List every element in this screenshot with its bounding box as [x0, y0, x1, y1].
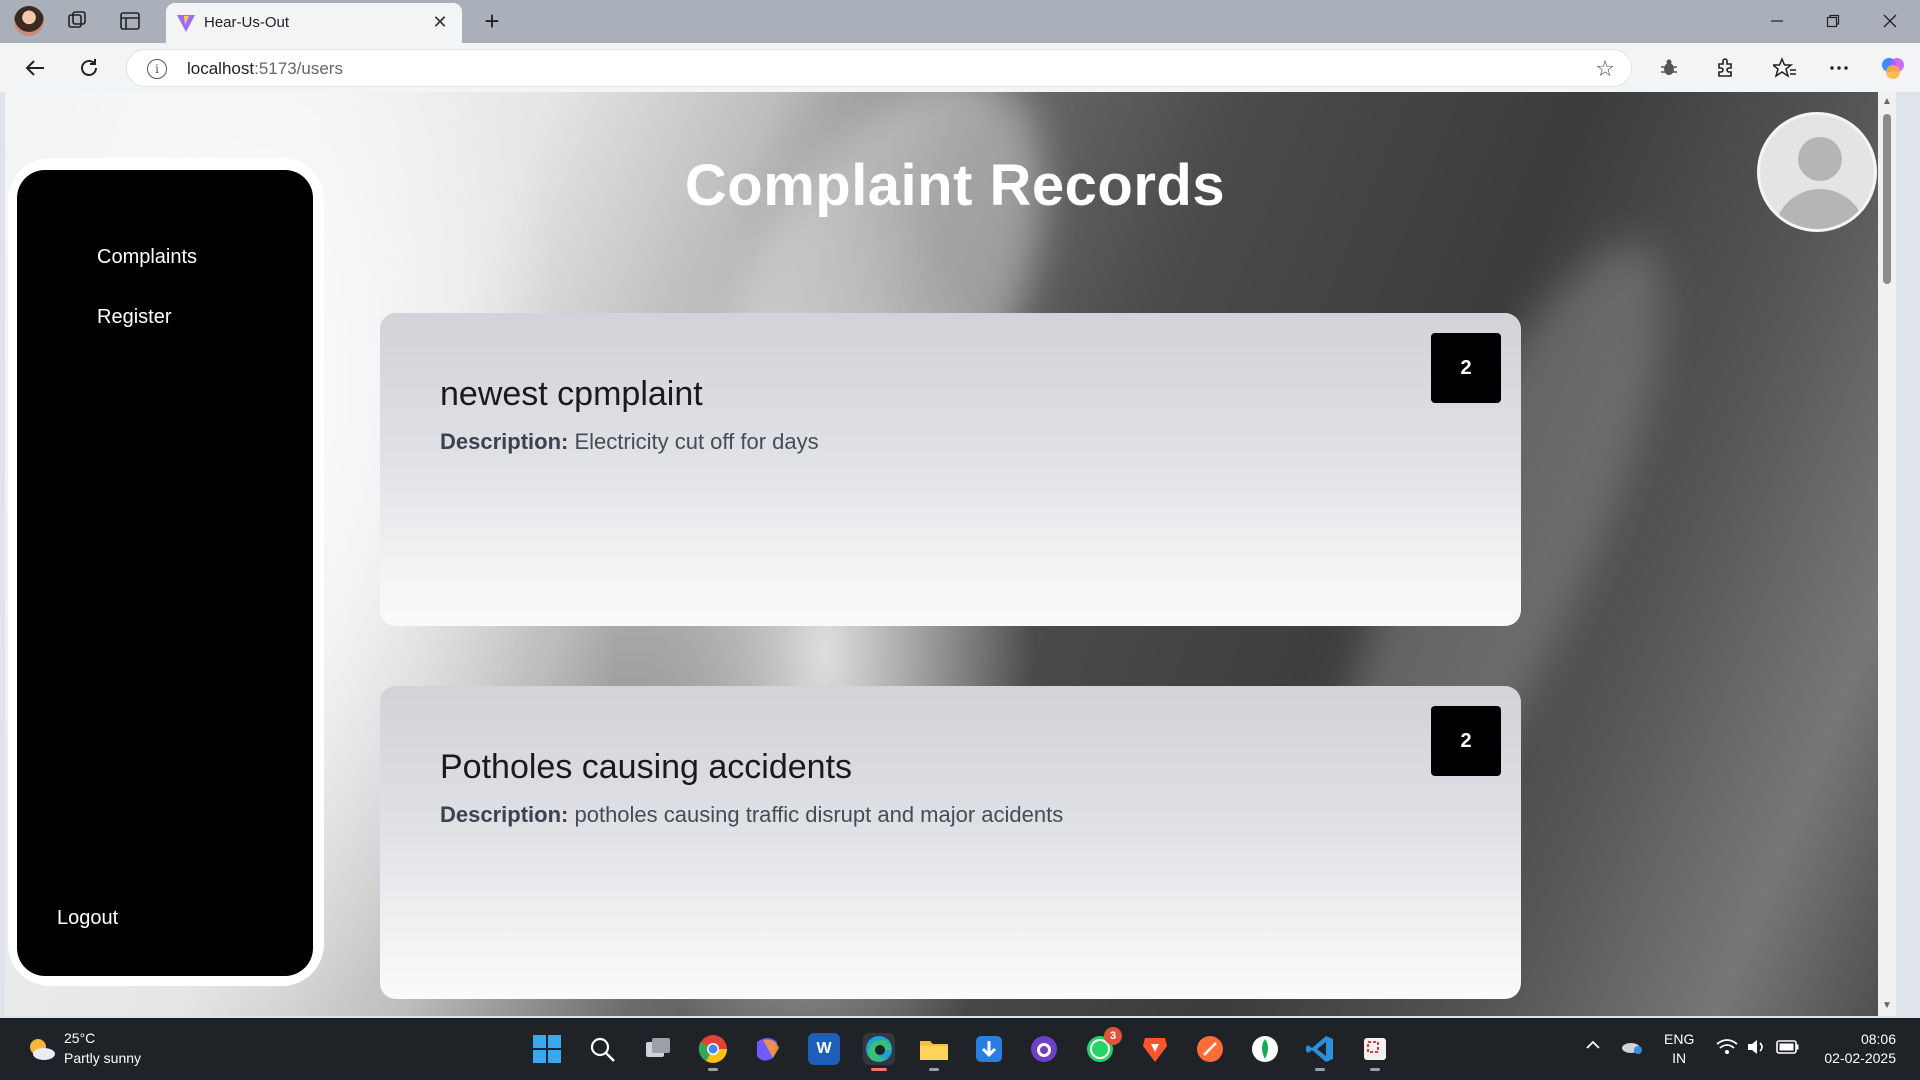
sidebar-item-complaints[interactable]: Complaints — [97, 246, 197, 269]
complaint-card[interactable]: newest cpmplaint Description: Electricit… — [380, 313, 1521, 626]
logout-button[interactable]: Logout — [57, 907, 118, 930]
mongodb-icon[interactable] — [1249, 1033, 1281, 1065]
browser-tab[interactable]: Hear-Us-Out ✕ — [166, 3, 462, 43]
active-indicator — [871, 1068, 887, 1071]
word-icon[interactable]: W — [808, 1033, 840, 1065]
more-options-icon[interactable] — [1824, 53, 1854, 83]
close-window-icon[interactable] — [1862, 6, 1918, 36]
user-avatar[interactable] — [1757, 112, 1877, 232]
complaint-card[interactable]: Potholes causing accidents Description: … — [380, 686, 1521, 999]
copilot-app-icon[interactable] — [752, 1033, 784, 1065]
start-icon[interactable] — [531, 1033, 563, 1065]
language-primary: ENG — [1664, 1031, 1695, 1047]
whatsapp-notification-badge: 3 — [1104, 1027, 1122, 1045]
vscode-icon[interactable] — [1304, 1033, 1336, 1071]
language-secondary: IN — [1672, 1050, 1687, 1066]
scroll-down-arrow-icon[interactable]: ▼ — [1881, 1000, 1893, 1012]
complaint-count-badge[interactable]: 2 — [1431, 706, 1501, 776]
volume-icon[interactable] — [1746, 1038, 1768, 1059]
chrome-icon[interactable] — [697, 1033, 729, 1071]
favorites-icon[interactable] — [1770, 53, 1800, 83]
brave-icon[interactable] — [1139, 1033, 1171, 1065]
scroll-thumb[interactable] — [1883, 114, 1891, 284]
close-tab-icon[interactable]: ✕ — [428, 10, 452, 34]
page-scrollbar[interactable]: ▲ ▼ — [1878, 92, 1896, 1016]
postman-icon[interactable] — [1194, 1033, 1226, 1065]
file-explorer-icon[interactable] — [918, 1033, 950, 1071]
weather-description[interactable]: Partly sunny — [64, 1050, 141, 1066]
extensions-icon[interactable] — [1710, 53, 1740, 83]
page-title: Complaint Records — [684, 153, 1226, 218]
avatar-body-shape — [1774, 189, 1866, 229]
scroll-up-arrow-icon[interactable]: ▲ — [1881, 96, 1893, 108]
clock-time: 08:06 — [1860, 1031, 1896, 1047]
clock-date: 02-02-2025 — [1824, 1050, 1896, 1066]
running-indicator — [1370, 1068, 1380, 1071]
language-indicator[interactable]: ENG IN — [1664, 1030, 1694, 1068]
back-icon[interactable] — [20, 53, 50, 83]
sidebar-item-register[interactable]: Register — [97, 306, 171, 329]
browser-tab-bar: Hear-Us-Out ✕ + — [0, 0, 1920, 43]
search-icon[interactable] — [586, 1033, 618, 1065]
new-tab-button[interactable]: + — [478, 6, 506, 36]
onedrive-icon[interactable] — [1620, 1036, 1644, 1059]
snipping-tool-icon[interactable] — [1359, 1033, 1391, 1071]
partly-sunny-icon[interactable] — [26, 1036, 56, 1062]
weather-temperature[interactable]: 25°C — [64, 1030, 95, 1046]
tab-actions-icon[interactable] — [117, 8, 143, 34]
browser-nav-bar: i localhost:5173/users ☆ — [0, 43, 1920, 92]
running-indicator — [708, 1068, 718, 1071]
complaint-count-badge[interactable]: 2 — [1431, 333, 1501, 403]
complaint-title: Potholes causing accidents — [440, 748, 853, 786]
copilot-icon[interactable] — [1878, 53, 1908, 83]
whatsapp-icon[interactable]: 3 — [1084, 1027, 1122, 1065]
address-bar[interactable]: i localhost:5173/users ☆ — [126, 49, 1632, 87]
url-text[interactable]: localhost:5173/users — [187, 59, 343, 79]
sidebar: Complaints Register Logout — [17, 170, 313, 976]
github-icon[interactable] — [1028, 1033, 1060, 1065]
page-viewport: Complaints Register Logout Complaint Rec… — [5, 92, 1896, 1016]
complaint-description: Description: potholes causing traffic di… — [440, 802, 1064, 827]
running-indicator — [1315, 1068, 1325, 1071]
restore-icon[interactable] — [1805, 6, 1861, 36]
taskbar: 25°C Partly sunny W 3 ENG IN 08:06 02-02… — [0, 1018, 1920, 1080]
complaint-title: newest cpmplaint — [440, 375, 703, 413]
system-clock[interactable]: 08:06 02-02-2025 — [1812, 1030, 1896, 1068]
show-hidden-icons-chevron-icon[interactable] — [1584, 1036, 1602, 1057]
task-view-icon[interactable] — [642, 1033, 674, 1065]
complaint-description: Description: Electricity cut off for day… — [440, 429, 819, 454]
tab-title: Hear-Us-Out — [204, 14, 290, 31]
wifi-icon[interactable] — [1716, 1038, 1738, 1059]
running-indicator — [929, 1068, 939, 1071]
downloader-icon[interactable] — [973, 1033, 1005, 1065]
edge-icon[interactable] — [863, 1033, 895, 1071]
site-info-icon[interactable]: i — [147, 59, 167, 79]
workspaces-icon[interactable] — [64, 8, 90, 34]
minimize-icon[interactable] — [1749, 6, 1805, 36]
bug-extension-icon[interactable] — [1654, 53, 1684, 83]
favorite-star-icon[interactable]: ☆ — [1595, 56, 1615, 82]
avatar-head-shape — [1798, 137, 1842, 181]
refresh-icon[interactable] — [74, 53, 104, 83]
battery-icon[interactable] — [1776, 1039, 1800, 1058]
profile-avatar-icon[interactable] — [14, 6, 44, 36]
vite-favicon-icon — [177, 15, 195, 32]
